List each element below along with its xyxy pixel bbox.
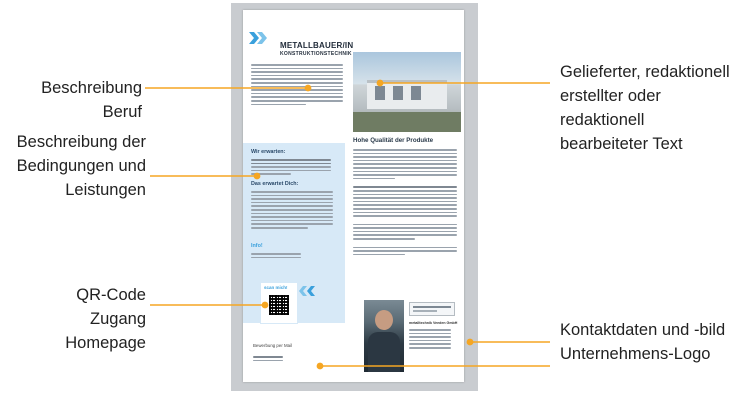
- qr-code[interactable]: [269, 295, 289, 315]
- job-description-text: [251, 62, 343, 107]
- scan-box: scan mich!: [260, 282, 298, 324]
- company-name: metalltechnik Veeden GmbH: [409, 321, 458, 325]
- scan-arrow-icon: [299, 286, 315, 296]
- flyer-title: METALLBAUER/IN: [280, 41, 354, 50]
- section-offer-heading: Das erwartet Dich:: [251, 181, 299, 187]
- contact-details: [409, 327, 451, 351]
- chevron-arrows-icon: [249, 32, 267, 44]
- main-heading: Hohe Qualität der Produkte: [353, 137, 434, 144]
- contact-photo: [364, 300, 404, 372]
- expect-list: [251, 157, 331, 177]
- apply-contact: [253, 354, 283, 363]
- info-list: [251, 251, 301, 260]
- label-contact-line2: Unternehmens-Logo: [560, 345, 711, 363]
- label-qr-line1: QR-Code: [76, 286, 146, 304]
- label-conditions-line2: Bedingungen und: [16, 157, 146, 175]
- label-contact-line1: Kontaktdaten und -bild: [560, 321, 726, 339]
- flyer-subtitle: KONSTRUKTIONSTECHNIK: [280, 51, 352, 57]
- label-text-line1: Gelieferter, redaktionell: [560, 63, 730, 81]
- label-conditions-line3: Leistungen: [65, 181, 146, 199]
- building-photo: [353, 52, 461, 132]
- label-qr: QR-Code Zugang Homepage: [8, 283, 146, 355]
- scan-label: scan mich!: [264, 285, 288, 290]
- label-conditions-line1: Beschreibung der: [16, 133, 146, 151]
- label-text-line3: redaktionell: [560, 111, 645, 129]
- label-text-line4: bearbeiteter Text: [560, 135, 683, 153]
- apply-label: Bewerbung per Mail: [253, 343, 293, 348]
- flyer-page: METALLBAUER/IN KONSTRUKTIONSTECHNIK Wir …: [243, 10, 464, 382]
- label-qr-line2: Zugang Homepage: [65, 310, 146, 352]
- label-conditions: Beschreibung der Bedingungen und Leistun…: [8, 130, 146, 202]
- label-job-description: Beschreibung Beruf: [41, 79, 142, 121]
- section-info-heading: Info!: [251, 243, 263, 249]
- main-text-block: [353, 147, 457, 257]
- company-logo: [409, 302, 455, 316]
- label-text: Gelieferter, redaktionell erstellter ode…: [560, 60, 738, 156]
- offer-list: [251, 189, 333, 231]
- section-expect-heading: Wir erwarten:: [251, 149, 286, 155]
- label-contact: Kontaktdaten und -bild Unternehmens-Logo: [560, 318, 738, 366]
- label-text-line2: erstellter oder: [560, 87, 661, 105]
